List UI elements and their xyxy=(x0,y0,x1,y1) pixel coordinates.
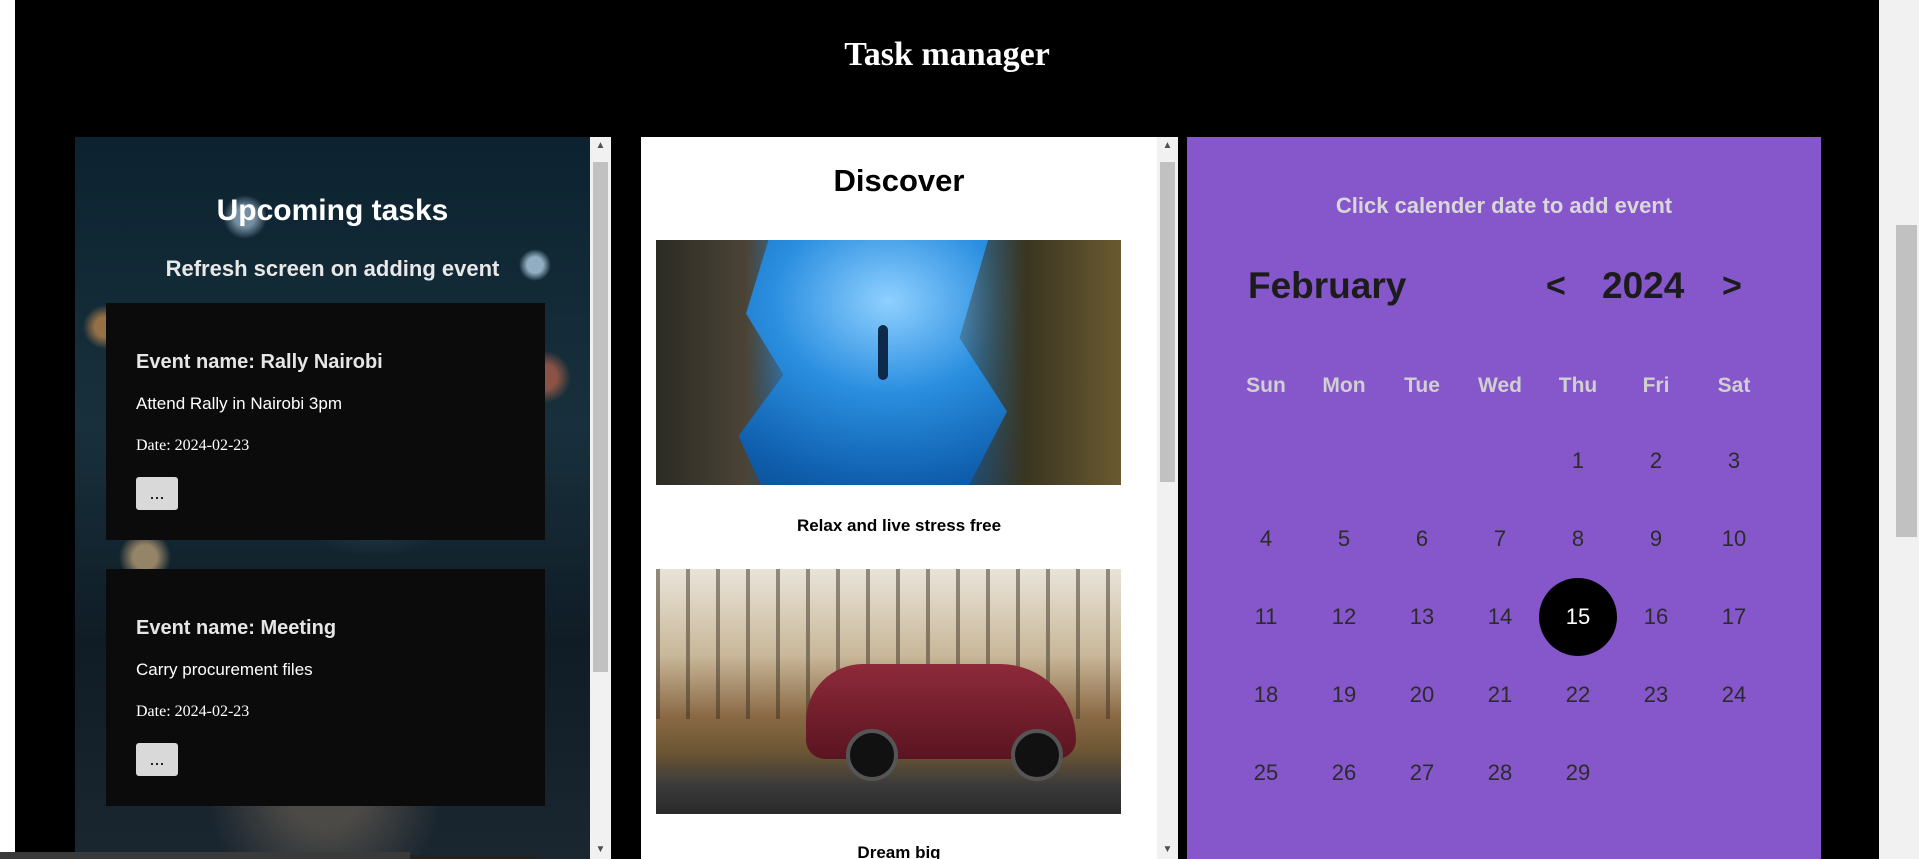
discover-title: Discover xyxy=(833,163,965,198)
calendar-day-selected[interactable]: 15 xyxy=(1539,578,1617,656)
page-title: Task manager xyxy=(844,36,1050,73)
discover-scrollbar[interactable]: ▲ ▼ xyxy=(1157,137,1178,859)
event-more-button[interactable]: ... xyxy=(136,477,178,510)
event-card: Event name: Rally Nairobi Attend Rally i… xyxy=(106,303,545,540)
calendar-day[interactable]: 25 xyxy=(1227,734,1305,812)
calendar-hint: Click calender date to add event xyxy=(1335,193,1673,218)
calendar-day[interactable]: 7 xyxy=(1461,500,1539,578)
weekday-label: Sun xyxy=(1246,374,1286,397)
upcoming-tasks-subtitle: Refresh screen on adding event xyxy=(165,256,500,281)
chevron-right-icon[interactable]: > xyxy=(1722,267,1742,306)
weekday-label: Thu xyxy=(1558,374,1598,397)
page-scrollbar[interactable] xyxy=(1879,0,1919,859)
calendar-day[interactable]: 24 xyxy=(1695,656,1773,734)
calendar-day[interactable]: 29 xyxy=(1539,734,1617,812)
scroll-down-icon[interactable]: ▼ xyxy=(1157,841,1178,859)
calendar-day[interactable]: 6 xyxy=(1383,500,1461,578)
scrollbar-thumb[interactable] xyxy=(593,162,608,672)
weekday-label: Sat xyxy=(1717,374,1751,397)
weekday-label: Wed xyxy=(1478,374,1522,397)
event-description: Carry procurement files xyxy=(136,660,313,679)
calendar-day[interactable]: 18 xyxy=(1227,656,1305,734)
weekday-label: Tue xyxy=(1404,374,1440,397)
chevron-left-icon[interactable]: < xyxy=(1546,267,1566,306)
discover-image-car xyxy=(656,569,1121,814)
calendar-day[interactable]: 11 xyxy=(1227,578,1305,656)
calendar-day[interactable]: 21 xyxy=(1461,656,1539,734)
calendar-day[interactable]: 12 xyxy=(1305,578,1383,656)
event-name: Event name: Meeting xyxy=(136,617,337,639)
event-more-button[interactable]: ... xyxy=(136,743,178,776)
upcoming-tasks-title: Upcoming tasks xyxy=(216,194,449,227)
discover-caption: Relax and live stress free xyxy=(796,516,1002,535)
scroll-up-icon[interactable]: ▲ xyxy=(1157,137,1178,155)
page-scrollbar-thumb[interactable] xyxy=(1896,225,1917,537)
calendar-panel: Click calender date to add event Februar… xyxy=(1187,137,1821,859)
calendar-day[interactable]: 16 xyxy=(1617,578,1695,656)
scrollbar-thumb[interactable] xyxy=(1160,162,1175,482)
weekday-label: Fri xyxy=(1642,374,1670,397)
discover-panel: Discover Relax and live stress free Drea… xyxy=(641,137,1157,859)
event-name: Event name: Rally Nairobi xyxy=(136,351,383,373)
calendar-day[interactable]: 13 xyxy=(1383,578,1461,656)
calendar-day[interactable]: 19 xyxy=(1305,656,1383,734)
app-page: Task manager Upcoming tasks Refresh scre… xyxy=(15,0,1879,859)
calendar-day[interactable]: 2 xyxy=(1617,422,1695,500)
event-card: Event name: Meeting Carry procurement fi… xyxy=(106,569,545,806)
event-date: Date: 2024-02-23 xyxy=(136,437,250,454)
calendar-day[interactable]: 3 xyxy=(1695,422,1773,500)
calendar-day[interactable]: 20 xyxy=(1383,656,1461,734)
weekday-label: Mon xyxy=(1322,374,1366,397)
calendar-day[interactable]: 27 xyxy=(1383,734,1461,812)
event-description: Attend Rally in Nairobi 3pm xyxy=(136,394,342,413)
calendar-day[interactable]: 28 xyxy=(1461,734,1539,812)
calendar-day[interactable]: 17 xyxy=(1695,578,1773,656)
scroll-down-icon[interactable]: ▼ xyxy=(590,841,611,859)
calendar-day[interactable]: 9 xyxy=(1617,500,1695,578)
calendar-day[interactable]: 23 xyxy=(1617,656,1695,734)
calendar-month: February xyxy=(1248,265,1407,306)
scroll-up-icon[interactable]: ▲ xyxy=(590,137,611,155)
taskbar-strip xyxy=(0,852,410,859)
calendar-day[interactable]: 8 xyxy=(1539,500,1617,578)
calendar-year: 2024 xyxy=(1602,265,1685,306)
discover-image-diver xyxy=(656,240,1121,485)
upcoming-tasks-panel: Upcoming tasks Refresh screen on adding … xyxy=(75,137,590,859)
upcoming-tasks-scrollbar[interactable]: ▲ ▼ xyxy=(590,137,611,859)
event-date: Date: 2024-02-23 xyxy=(136,703,250,720)
calendar-day[interactable]: 4 xyxy=(1227,500,1305,578)
calendar-day[interactable]: 10 xyxy=(1695,500,1773,578)
calendar-day[interactable]: 5 xyxy=(1305,500,1383,578)
calendar-day[interactable]: 26 xyxy=(1305,734,1383,812)
calendar-day[interactable]: 14 xyxy=(1461,578,1539,656)
discover-caption: Dream big xyxy=(857,843,941,859)
calendar-day[interactable]: 22 xyxy=(1539,656,1617,734)
calendar-day[interactable]: 1 xyxy=(1539,422,1617,500)
